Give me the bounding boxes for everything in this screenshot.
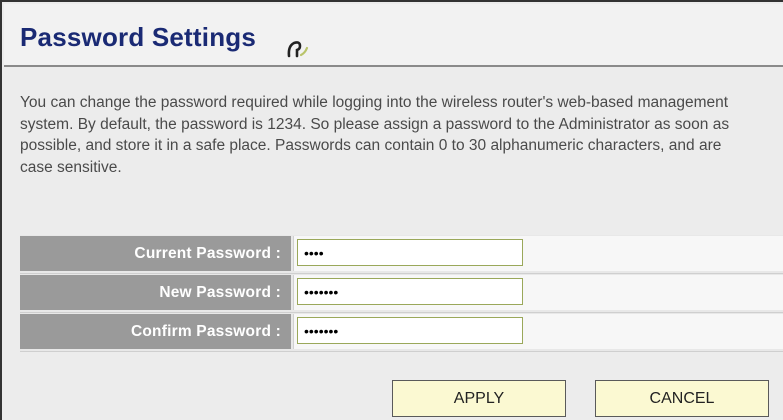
current-password-input[interactable] <box>297 239 523 266</box>
cancel-button[interactable]: CANCEL <box>595 380 769 417</box>
password-form: Current Password : New Password : Confir… <box>20 235 783 352</box>
description-text: You can change the password required whi… <box>20 94 730 176</box>
apply-button[interactable]: APPLY <box>392 380 566 417</box>
confirm-password-row: Confirm Password : <box>20 313 783 352</box>
page-header: Password Settings <box>4 4 783 67</box>
confirm-password-cell <box>293 314 783 349</box>
new-password-cell <box>293 275 783 310</box>
current-password-label: Current Password : <box>20 236 291 271</box>
help-question-icon[interactable] <box>285 34 311 60</box>
current-password-row: Current Password : <box>20 235 783 274</box>
new-password-label: New Password : <box>20 275 291 310</box>
new-password-input[interactable] <box>297 278 523 305</box>
current-password-cell <box>293 236 783 271</box>
confirm-password-label: Confirm Password : <box>20 314 291 349</box>
page-title: Password Settings <box>20 22 257 52</box>
new-password-row: New Password : <box>20 274 783 313</box>
password-settings-panel: Password Settings You can change the pas… <box>0 0 783 420</box>
confirm-password-input[interactable] <box>297 317 523 344</box>
